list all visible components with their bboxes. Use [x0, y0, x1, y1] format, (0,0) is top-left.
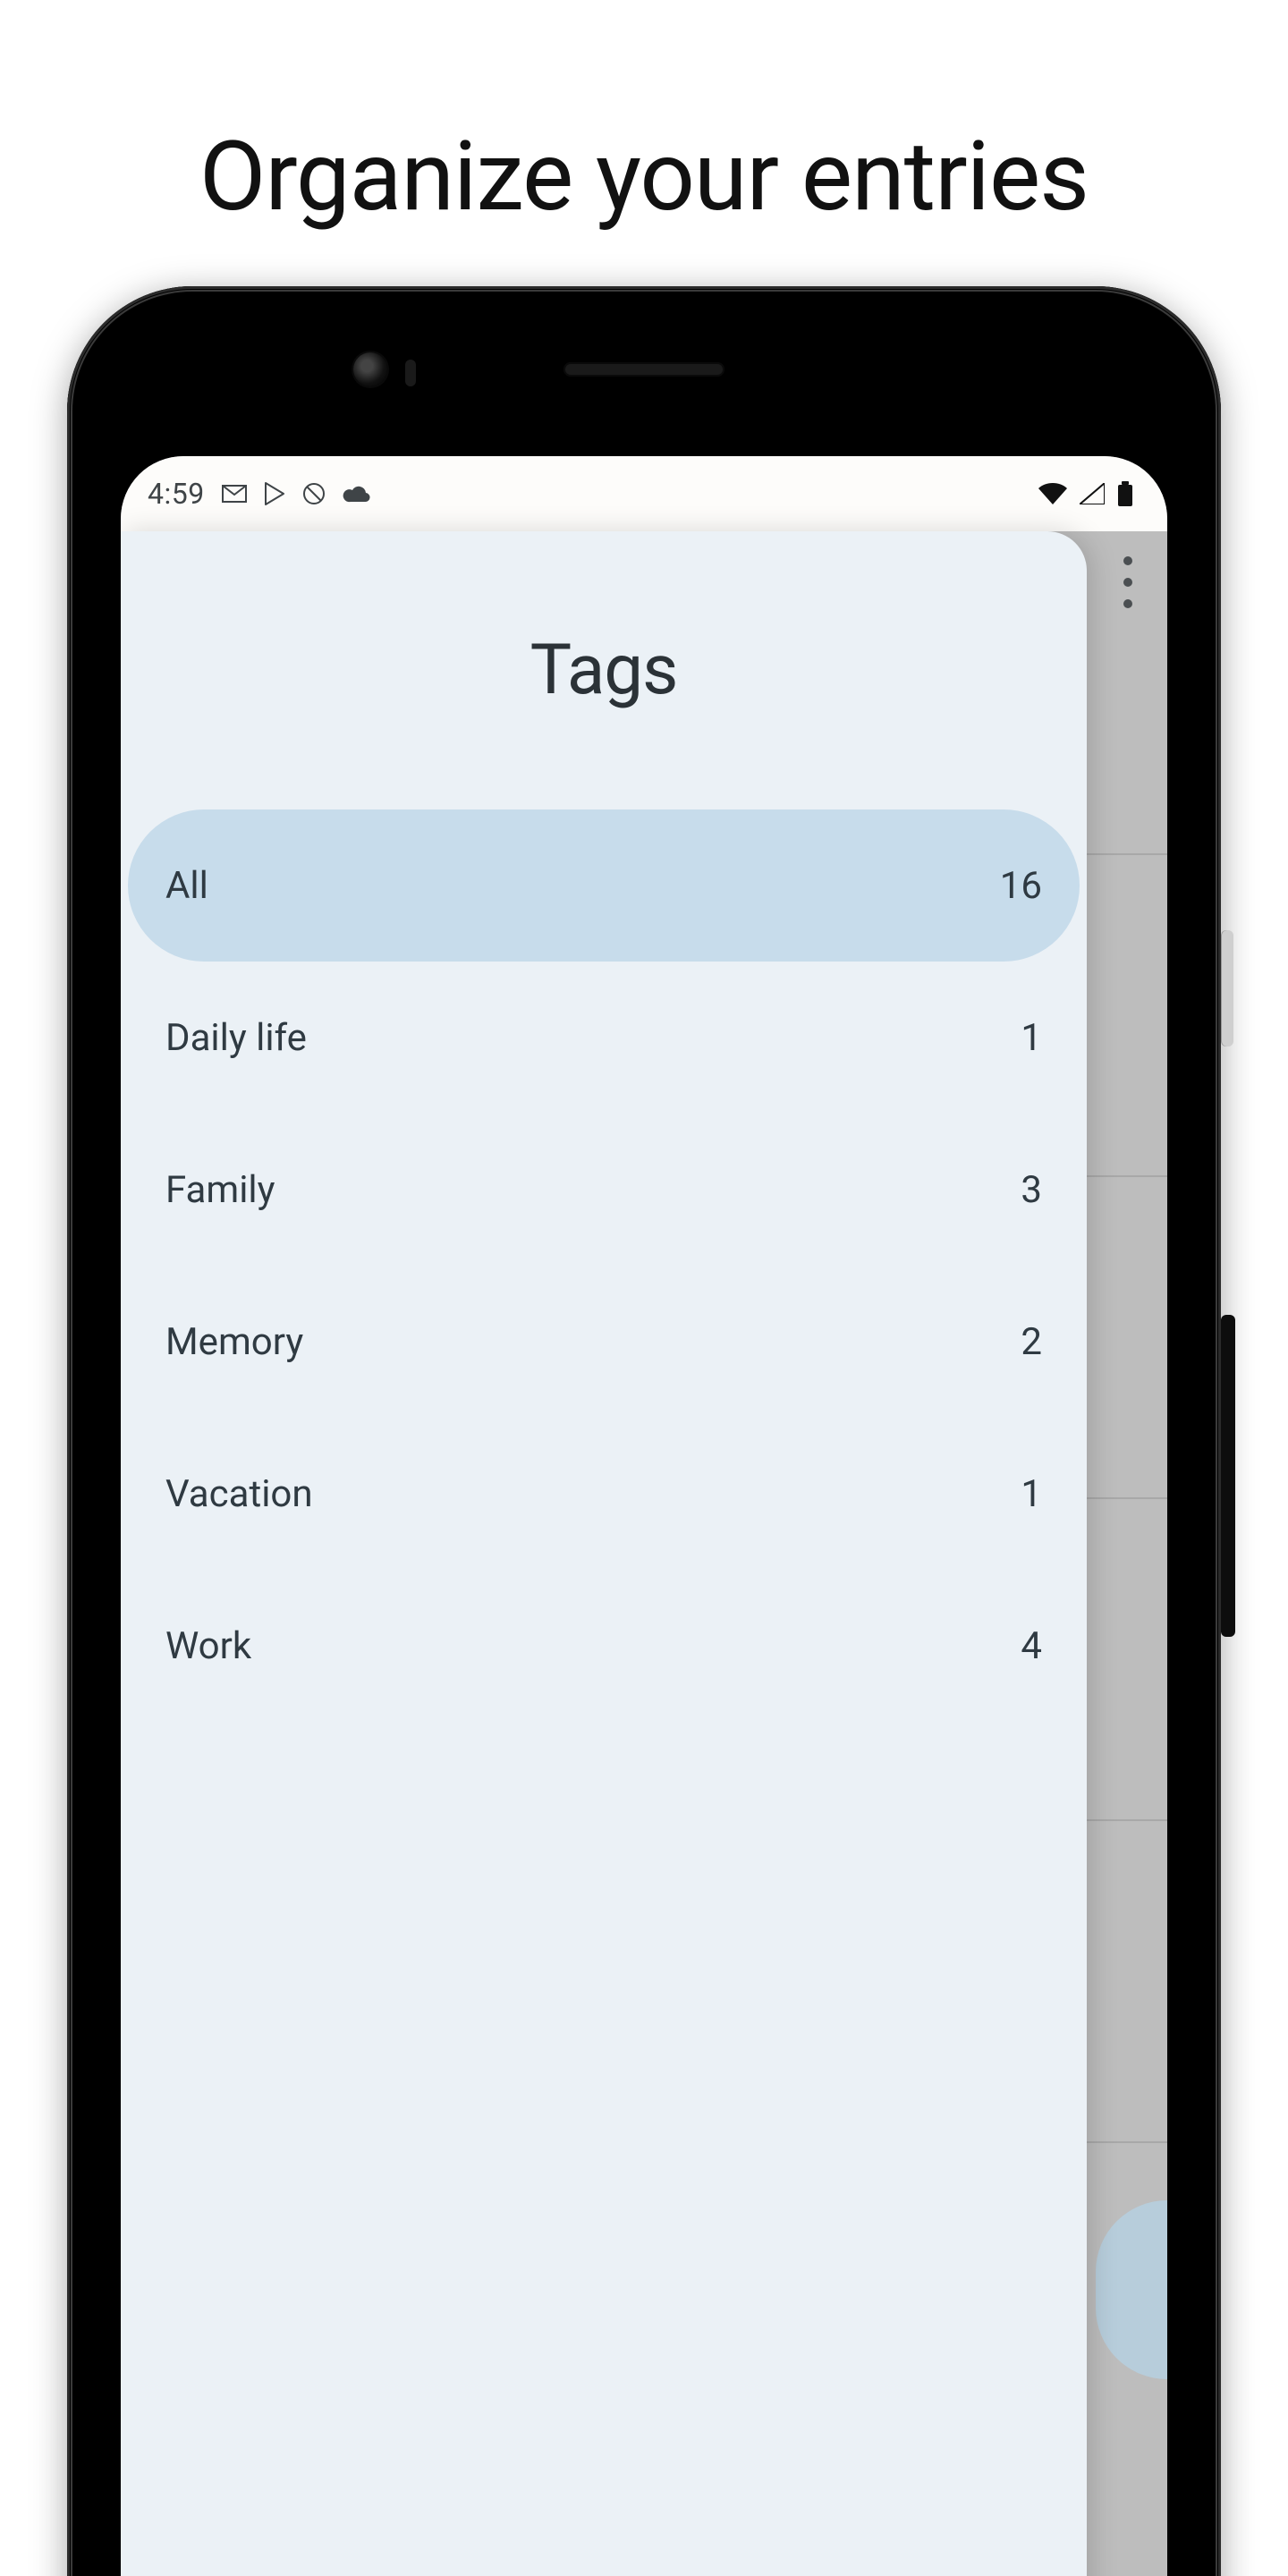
play-store-icon	[264, 482, 285, 505]
tag-item-family[interactable]: Family 3	[128, 1114, 1080, 1266]
tag-count: 1	[1021, 1472, 1042, 1516]
list-divider	[1087, 2141, 1167, 2143]
fab-peek[interactable]	[1096, 2200, 1167, 2379]
tag-label: Memory	[165, 1320, 303, 1364]
list-divider	[1087, 1819, 1167, 1821]
side-button-power	[1221, 1315, 1235, 1637]
tag-item-daily-life[interactable]: Daily life 1	[128, 962, 1080, 1114]
tag-item-vacation[interactable]: Vacation 1	[128, 1418, 1080, 1570]
list-divider	[1087, 1175, 1167, 1177]
tag-list: All 16 Daily life 1 Family 3 Memory 2	[121, 809, 1087, 1722]
tag-label: Family	[165, 1168, 275, 1212]
cloud-icon	[343, 484, 371, 504]
phone-screen: 4:59	[121, 456, 1167, 2576]
tags-side-sheet: Tags All 16 Daily life 1 Family 3	[121, 531, 1087, 2576]
tag-count: 3	[1021, 1168, 1042, 1212]
list-divider	[1087, 853, 1167, 855]
block-icon	[301, 481, 326, 506]
front-camera	[353, 352, 387, 386]
tag-item-all[interactable]: All 16	[128, 809, 1080, 962]
side-button-small	[1221, 930, 1233, 1046]
app-store-screenshot: Organize your entries 4:59	[0, 0, 1288, 2576]
tag-count: 4	[1021, 1624, 1042, 1668]
tag-label: All	[165, 864, 208, 908]
tag-count: 1	[1021, 1016, 1042, 1060]
signal-icon	[1080, 483, 1105, 504]
tag-item-work[interactable]: Work 4	[128, 1570, 1080, 1722]
tag-label: Vacation	[165, 1472, 313, 1516]
battery-icon	[1117, 481, 1133, 506]
tag-count: 2	[1021, 1320, 1042, 1364]
earpiece-speaker	[564, 362, 724, 377]
status-bar: 4:59	[121, 456, 1167, 531]
overflow-menu-button[interactable]	[1110, 551, 1146, 614]
status-clock: 4:59	[148, 477, 205, 511]
phone-frame: 4:59	[67, 286, 1221, 2576]
proximity-sensor	[405, 360, 416, 386]
phone-bezel-top	[67, 286, 1221, 456]
tag-item-memory[interactable]: Memory 2	[128, 1266, 1080, 1418]
marketing-title: Organize your entries	[0, 121, 1288, 233]
tag-count: 16	[1000, 864, 1042, 908]
wifi-icon	[1038, 483, 1067, 504]
tag-label: Work	[165, 1624, 251, 1668]
list-divider	[1087, 1497, 1167, 1499]
gmail-icon	[221, 484, 248, 504]
sheet-title: Tags	[121, 531, 1087, 809]
tag-label: Daily life	[165, 1016, 307, 1060]
